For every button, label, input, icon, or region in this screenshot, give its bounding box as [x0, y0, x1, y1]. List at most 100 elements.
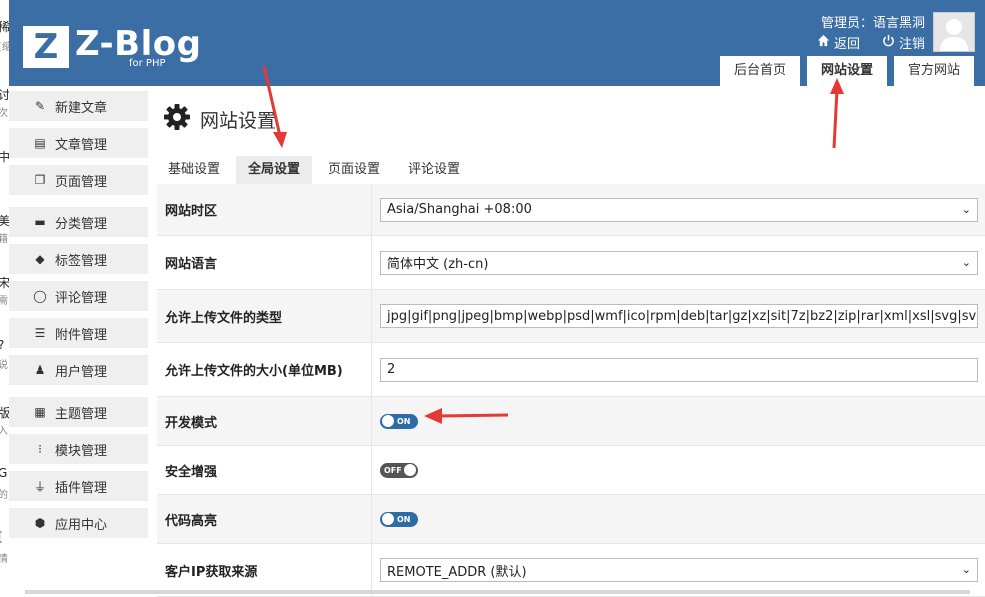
timezone-select[interactable]: Asia/Shanghai +08:00 ⌄	[380, 197, 978, 222]
bg-text: 讨	[0, 88, 9, 102]
upload-size-value: 2	[387, 362, 396, 377]
bg-text: 说	[0, 360, 8, 371]
back-link[interactable]: 返回	[817, 33, 860, 52]
chevron-down-icon: ⌄	[961, 202, 971, 216]
setting-label: 代码高亮	[157, 495, 372, 543]
bg-text: 宋	[0, 276, 9, 290]
language-select[interactable]: 简体中文 (zh-cn) ⌄	[380, 250, 978, 275]
background-window-fragment: 稀 [缩 讨 次 中 美 籍 宋 需 ? 说 版 入 G 的 [ 情	[0, 0, 9, 594]
setting-label: 开发模式	[157, 397, 372, 445]
sidebar-item-label: 标签管理	[55, 253, 108, 269]
sidebar-item-label: 评论管理	[55, 290, 108, 306]
sidebar-item-new-post[interactable]: ✎ 新建文章	[9, 91, 148, 121]
table-row: 开发模式 ON	[157, 397, 985, 446]
gear-icon	[162, 102, 192, 137]
client-ip-source-select[interactable]: REMOTE_ADDR (默认) ⌄	[380, 558, 978, 582]
folder-icon: ▬	[34, 215, 46, 229]
back-label: 返回	[833, 37, 860, 52]
admin-header: Z Z-Blog for PHP 管理员：语言黑洞 返回 注销 后台首页 网站设…	[9, 0, 985, 86]
sidebar-item-label: 应用中心	[55, 517, 108, 533]
sidebar-item-attachments[interactable]: ☰ 附件管理	[9, 318, 148, 348]
power-icon	[882, 34, 895, 51]
pages-icon: ❐	[34, 173, 46, 187]
setting-label: 客户IP获取来源	[157, 544, 372, 596]
tab-basic-settings[interactable]: 基础设置	[156, 156, 232, 184]
timezone-value: Asia/Shanghai +08:00	[387, 202, 532, 217]
admin-user-label: 管理员：语言黑洞	[820, 16, 925, 31]
logout-link[interactable]: 注销	[882, 33, 925, 52]
bg-text: ?	[0, 338, 4, 352]
sidebar-item-app-center[interactable]: ⬢ 应用中心	[9, 508, 148, 538]
bg-text: 需	[0, 296, 8, 307]
upload-types-input[interactable]: jpg|gif|png|jpeg|bmp|webp|psd|wmf|ico|rp…	[380, 304, 978, 328]
chevron-down-icon: ⌄	[961, 255, 971, 269]
bg-text: 中	[0, 150, 9, 164]
horizontal-scrollbar[interactable]	[25, 590, 970, 594]
settings-table: 网站时区 Asia/Shanghai +08:00 ⌄ 网站语言 简体中文 (z…	[157, 184, 985, 597]
setting-label: 网站语言	[157, 236, 372, 289]
edit-icon: ✎	[34, 99, 46, 113]
tab-page-settings[interactable]: 页面设置	[316, 156, 392, 184]
sidebar-item-plugins[interactable]: ⏚ 插件管理	[9, 471, 148, 501]
annotation-arrow	[262, 65, 287, 148]
sidebar-item-label: 文章管理	[55, 137, 108, 153]
setting-label: 允许上传文件的大小(单位MB)	[157, 343, 372, 396]
settings-tabs: 基础设置 全局设置 页面设置 评论设置	[156, 156, 472, 184]
table-row: 安全增强 OFF	[157, 446, 985, 495]
setting-label: 网站时区	[157, 184, 372, 235]
sidebar-item-themes[interactable]: ▦ 主题管理	[9, 397, 148, 427]
top-tab-official-site[interactable]: 官方网站	[893, 56, 974, 86]
tab-global-settings[interactable]: 全局设置	[236, 156, 313, 184]
logo-subtitle: for PHP	[129, 58, 166, 69]
toggle-knob	[382, 513, 394, 525]
module-icon: ⁝	[38, 442, 42, 456]
language-value: 简体中文 (zh-cn)	[387, 257, 489, 272]
sidebar: ✎ 新建文章 ▤ 文章管理 ❐ 页面管理 ▬ 分类管理 ◆ 标签管理 ◯ 评论管…	[9, 91, 148, 545]
document-icon: ▤	[34, 136, 46, 150]
toggle-state: ON	[397, 514, 411, 524]
logo-mark: Z	[23, 26, 69, 68]
sidebar-item-categories[interactable]: ▬ 分类管理	[9, 207, 148, 237]
sidebar-item-comments[interactable]: ◯ 评论管理	[9, 281, 148, 311]
sidebar-item-posts[interactable]: ▤ 文章管理	[9, 128, 148, 158]
code-highlight-toggle[interactable]: ON	[380, 511, 418, 527]
bg-text: 版	[0, 406, 9, 420]
annotation-arrow	[424, 408, 509, 424]
tab-comment-settings[interactable]: 评论设置	[396, 156, 472, 184]
bg-text: 的	[0, 490, 8, 501]
sidebar-item-modules[interactable]: ⁝ 模块管理	[9, 434, 148, 464]
app-center-icon: ⬢	[34, 516, 46, 530]
sidebar-item-label: 模块管理	[55, 443, 108, 459]
theme-icon: ▦	[34, 405, 46, 419]
attachment-icon: ☰	[34, 326, 46, 340]
dev-mode-toggle[interactable]: ON	[380, 413, 418, 429]
table-row: 代码高亮 ON	[157, 495, 985, 544]
setting-label: 安全增强	[157, 446, 372, 494]
security-enhance-toggle[interactable]: OFF	[380, 462, 418, 478]
toggle-state: ON	[397, 416, 411, 426]
avatar[interactable]	[933, 12, 975, 52]
bg-text: 籍	[0, 234, 8, 245]
bg-text: 稀	[0, 20, 9, 34]
user-icon: ♟	[34, 363, 46, 377]
bg-text: G	[0, 466, 8, 480]
bg-text: 情	[0, 554, 8, 565]
sidebar-item-pages[interactable]: ❐ 页面管理	[9, 165, 148, 195]
client-ip-source-value: REMOTE_ADDR (默认)	[387, 564, 527, 580]
sidebar-item-label: 附件管理	[55, 327, 108, 343]
sidebar-item-label: 分类管理	[55, 216, 108, 232]
bg-text: 美	[0, 214, 9, 228]
chevron-down-icon: ⌄	[961, 563, 971, 576]
upload-size-input[interactable]: 2	[380, 357, 978, 382]
sidebar-item-users[interactable]: ♟ 用户管理	[9, 355, 148, 385]
toggle-knob	[404, 464, 416, 476]
toggle-knob	[382, 415, 394, 427]
sidebar-item-label: 主题管理	[55, 406, 108, 422]
sidebar-item-label: 页面管理	[55, 174, 108, 190]
sidebar-item-tags[interactable]: ◆ 标签管理	[9, 244, 148, 274]
sidebar-item-label: 用户管理	[55, 364, 108, 380]
table-row: 网站语言 简体中文 (zh-cn) ⌄	[157, 236, 985, 290]
top-tab-dashboard[interactable]: 后台首页	[719, 56, 800, 86]
toggle-state: OFF	[384, 465, 402, 475]
table-row: 允许上传文件的大小(单位MB) 2	[157, 343, 985, 397]
